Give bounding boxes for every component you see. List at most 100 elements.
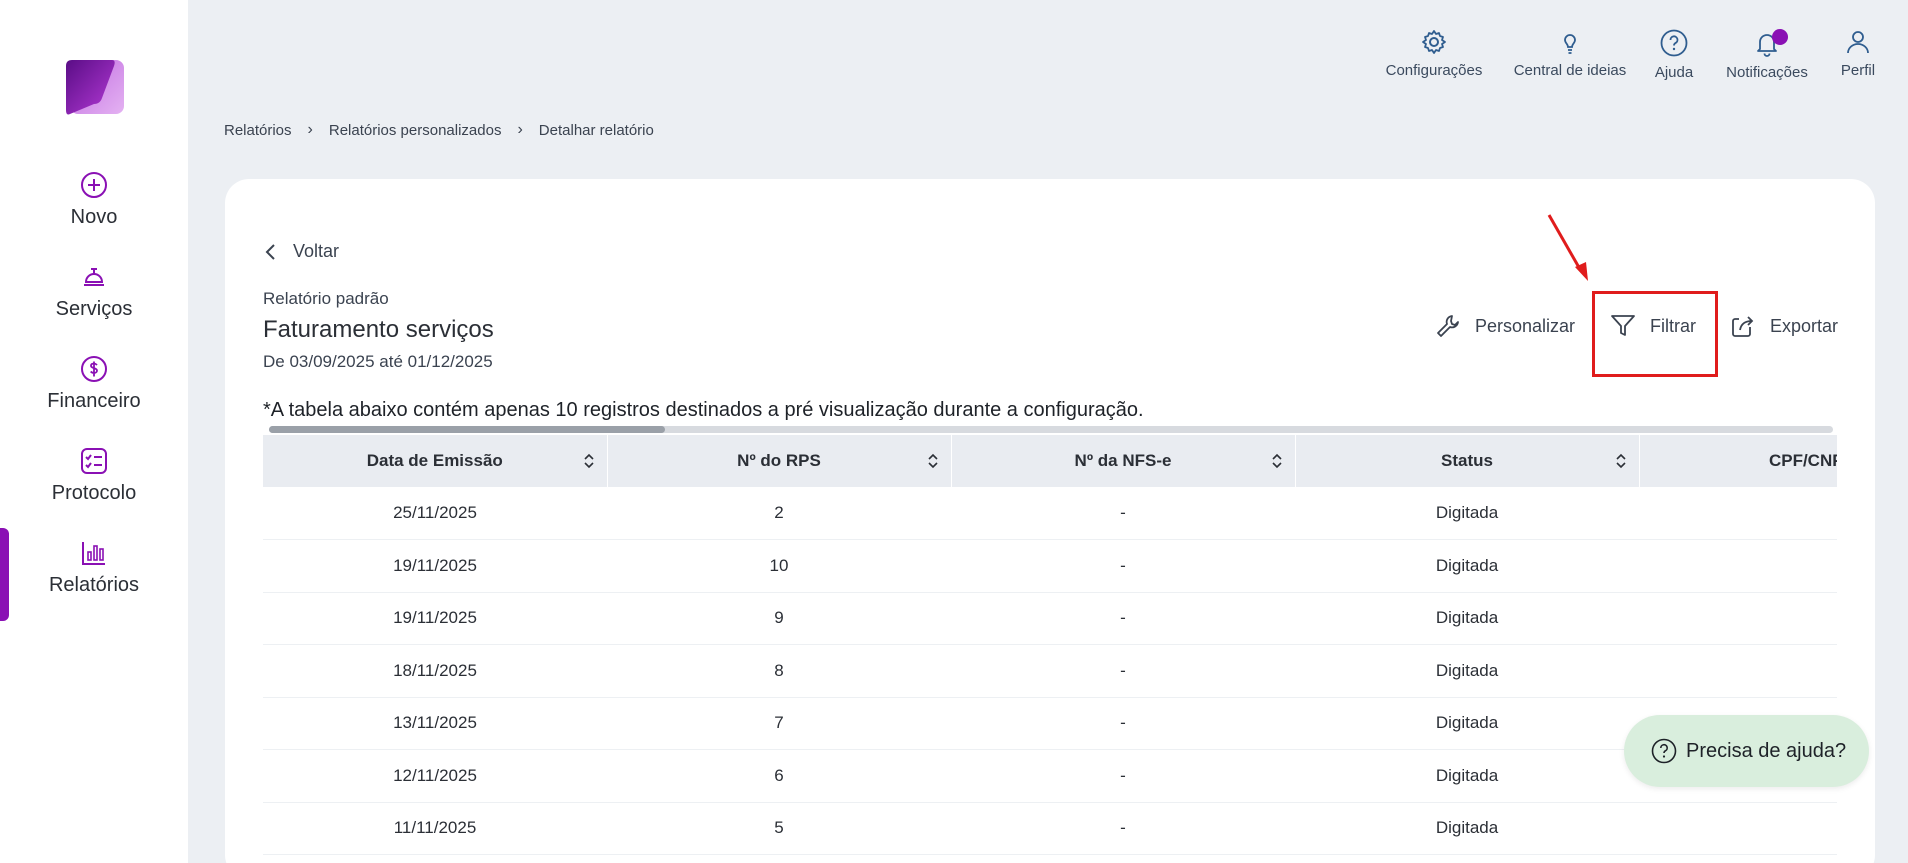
table-cell: 19/11/2025: [263, 592, 607, 645]
customize-button[interactable]: Personalizar: [1435, 313, 1575, 339]
table-cell: -: [951, 592, 1295, 645]
table-row[interactable]: 19/11/2025 9- Digitada: [263, 592, 1837, 645]
table-cell: Digitada: [1295, 487, 1639, 540]
chevron-left-icon: [265, 243, 275, 260]
table-cell: Digitada: [1295, 644, 1639, 698]
table-row[interactable]: 12/11/2025 6- Digitada: [263, 749, 1837, 803]
table-row[interactable]: 18/11/2025 8- Digitada: [263, 644, 1837, 698]
plus-circle-icon: [81, 172, 107, 198]
sidebar-item-label: Relatórios: [48, 574, 140, 596]
table-row[interactable]: 11/11/2025 5- Digitada: [263, 802, 1837, 855]
report-table: Data de Emissão Nº do RPS Nº da NFS-e St…: [263, 435, 1837, 863]
table-cell: 19/11/2025: [263, 539, 607, 593]
table-row[interactable]: 13/11/2025 7- Digitada: [263, 697, 1837, 750]
sidebar-item-label: Protocolo: [51, 482, 137, 504]
preview-note: *A tabela abaixo contém apenas 10 regist…: [263, 399, 1144, 421]
sidebar: Novo Serviços Financeiro Protocolo Relat…: [0, 0, 188, 863]
column-header[interactable]: Status: [1295, 435, 1640, 487]
settings-label: Configurações: [1385, 62, 1483, 79]
app-logo[interactable]: [62, 58, 126, 118]
table-cell: 9: [607, 592, 951, 645]
table-cell: 18/11/2025: [263, 644, 607, 698]
sort-icon: [1615, 453, 1626, 469]
table-cell: Digitada: [1295, 802, 1639, 855]
profile-button[interactable]: Perfil: [1836, 28, 1880, 79]
back-label: Voltar: [293, 241, 340, 261]
table-cell: 25/11/2025: [263, 487, 607, 540]
export-button[interactable]: Exportar: [1730, 313, 1838, 339]
table-cell: Digitada: [1295, 697, 1639, 750]
table-cell: -: [951, 749, 1295, 803]
chevron-right-icon: ›: [517, 121, 523, 138]
table-cell: Digitada: [1295, 592, 1639, 645]
table-cell: 7: [607, 697, 951, 750]
ideas-button[interactable]: Central de ideias: [1510, 28, 1630, 79]
active-indicator: [0, 528, 9, 621]
report-subtitle: Relatório padrão: [263, 289, 389, 308]
help-chat-button[interactable]: Precisa de ajuda?: [1624, 715, 1869, 787]
table-cell: 12/11/2025: [263, 749, 607, 803]
table-cell: 5: [607, 802, 951, 855]
sidebar-item-protocolo[interactable]: Protocolo: [0, 446, 188, 526]
bar-chart-icon: [82, 542, 105, 565]
profile-label: Perfil: [1840, 62, 1876, 79]
help-chat-label: Precisa de ajuda?: [1686, 739, 1847, 762]
sidebar-item-financeiro[interactable]: Financeiro: [0, 354, 188, 434]
table-cell: -: [951, 802, 1295, 855]
scrollbar-thumb[interactable]: [269, 426, 665, 433]
checklist-icon: [81, 448, 107, 474]
table-cell: -: [951, 539, 1295, 593]
help-circle-icon: [1651, 738, 1677, 764]
gear-icon: [1422, 30, 1446, 54]
user-icon: [1847, 31, 1869, 54]
table-cell: 6: [607, 749, 951, 803]
column-header[interactable]: CPF/CNPJ: [1639, 435, 1837, 487]
settings-button[interactable]: Configurações: [1385, 28, 1483, 79]
column-header[interactable]: Data de Emissão: [263, 435, 608, 487]
customize-label: Personalizar: [1475, 315, 1576, 336]
share-icon: [1732, 316, 1754, 337]
sidebar-item-label: Serviços: [55, 298, 133, 320]
sidebar-item-label: Financeiro: [47, 390, 141, 412]
notification-badge: [1772, 29, 1788, 45]
breadcrumb-item[interactable]: Relatórios personalizados: [329, 122, 502, 139]
page-title: Faturamento serviços: [263, 316, 494, 343]
table-row[interactable]: 25/11/2025 2- Digitada: [263, 487, 1837, 540]
sort-icon: [927, 453, 938, 469]
breadcrumb-current: Detalhar relatório: [538, 121, 654, 139]
sidebar-item-novo[interactable]: Novo: [0, 170, 188, 250]
table-header-row: Data de Emissão Nº do RPS Nº da NFS-e St…: [263, 435, 1837, 487]
table-row[interactable]: 19/11/2025 10- Digitada: [263, 539, 1837, 593]
filter-highlight-box: [1592, 291, 1718, 377]
breadcrumb: Relatórios › Relatórios personalizados ›…: [224, 121, 654, 139]
help-circle-icon: [1660, 29, 1688, 57]
breadcrumb-item[interactable]: Relatórios: [224, 122, 292, 139]
table-cell: [1639, 644, 1837, 698]
table-cell: Digitada: [1295, 539, 1639, 593]
table-cell: [1639, 539, 1837, 593]
table-cell: 8: [607, 644, 951, 698]
ideas-label: Central de ideias: [1513, 62, 1627, 79]
table-cell: -: [951, 644, 1295, 698]
back-button[interactable]: Voltar: [265, 241, 339, 262]
column-header[interactable]: Nº da NFS-e: [951, 435, 1296, 487]
column-header[interactable]: Nº do RPS: [607, 435, 952, 487]
table-cell: [1639, 487, 1837, 540]
dollar-circle-icon: [81, 356, 107, 382]
sidebar-item-relatorios[interactable]: Relatórios: [0, 538, 188, 618]
report-date-range: De 03/09/2025 até 01/12/2025: [263, 352, 493, 371]
wrench-icon: [1437, 315, 1459, 337]
sort-icon: [1271, 453, 1282, 469]
table-cell: -: [951, 697, 1295, 750]
service-bell-icon: [84, 268, 104, 286]
help-button[interactable]: Ajuda: [1652, 28, 1696, 81]
notifications-button[interactable]: Notificações: [1722, 28, 1812, 81]
table-cell: [1639, 592, 1837, 645]
chevron-right-icon: ›: [307, 121, 313, 138]
export-label: Exportar: [1770, 315, 1839, 336]
sidebar-item-servicos[interactable]: Serviços: [0, 262, 188, 342]
table-cell: 10: [607, 539, 951, 593]
table-cell: 11/11/2025: [263, 802, 607, 855]
sort-icon: [583, 453, 594, 469]
red-arrow-icon: [1547, 214, 1588, 281]
